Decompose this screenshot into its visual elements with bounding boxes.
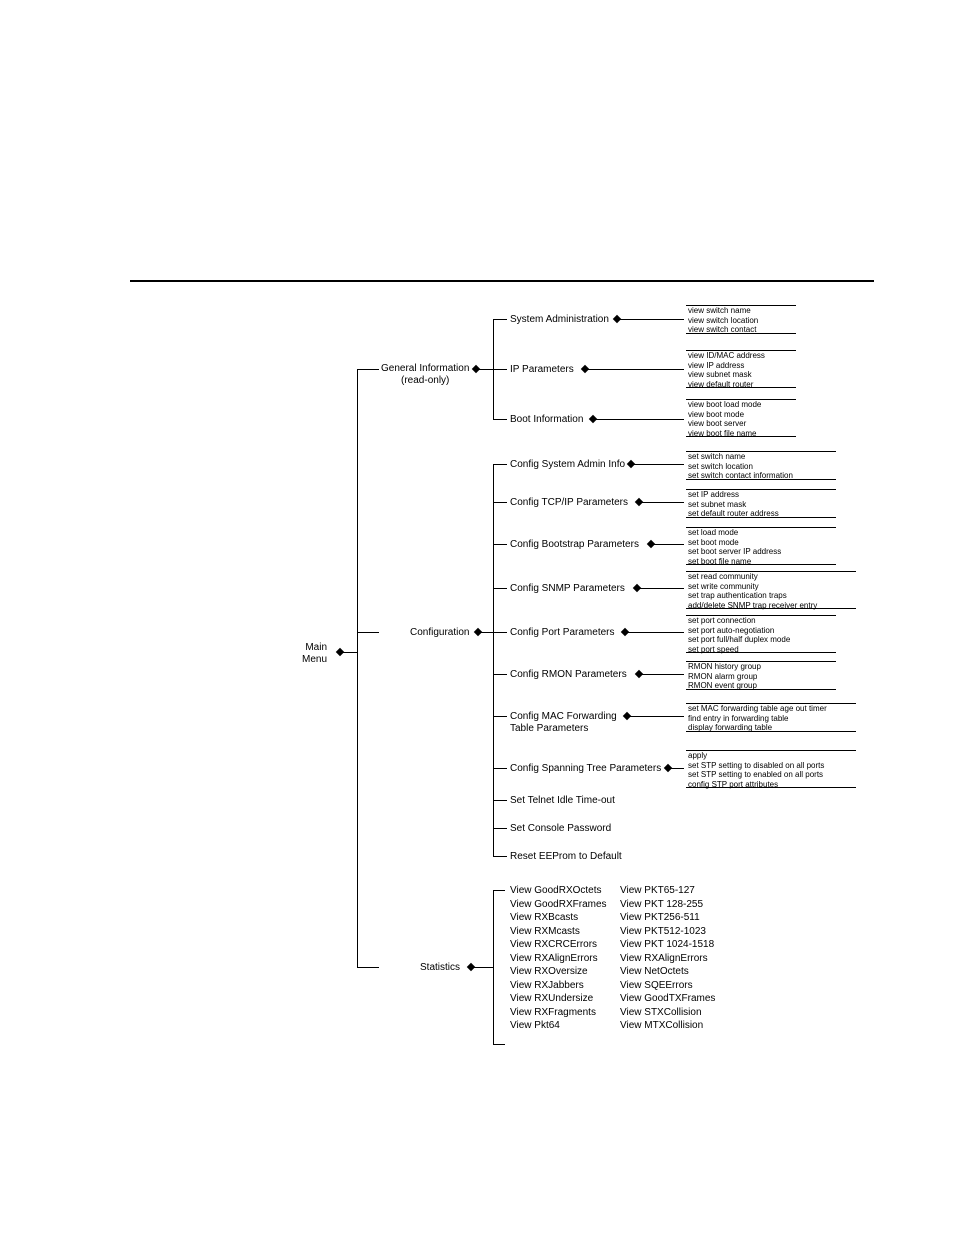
config-sysadmin: Config System Admin Info bbox=[510, 459, 625, 471]
leaf: apply set STP setting to disabled on all… bbox=[688, 751, 824, 789]
leaf: view boot load mode view boot mode view … bbox=[688, 400, 761, 438]
connector bbox=[493, 502, 507, 503]
bracket-l1 bbox=[357, 369, 358, 967]
connector bbox=[357, 632, 379, 633]
connector bbox=[481, 632, 493, 633]
stat-item: View GoodRXFrames bbox=[510, 898, 607, 912]
stat-item: View RXJabbers bbox=[510, 979, 607, 993]
leaf: set port connection set port auto-negoti… bbox=[688, 616, 790, 654]
connector bbox=[671, 768, 684, 769]
leaf: view switch name view switch location vi… bbox=[688, 306, 758, 335]
stat-item: View NetOctets bbox=[620, 965, 715, 979]
connector bbox=[634, 464, 684, 465]
connector bbox=[630, 716, 684, 717]
config-tcpip: Config TCP/IP Parameters bbox=[510, 497, 628, 509]
bracket-config bbox=[493, 464, 494, 856]
connector bbox=[474, 967, 493, 968]
stat-item: View RXBcasts bbox=[510, 911, 607, 925]
leaf: set load mode set boot mode set boot ser… bbox=[688, 528, 781, 566]
leaf: set read community set write community s… bbox=[688, 572, 817, 610]
stats-col1: View GoodRXOctetsView GoodRXFramesView R… bbox=[510, 884, 607, 1033]
stat-item: View GoodTXFrames bbox=[620, 992, 715, 1006]
stat-item: View PKT65-127 bbox=[620, 884, 715, 898]
connector bbox=[642, 674, 684, 675]
connector bbox=[628, 632, 684, 633]
stat-item: View GoodRXOctets bbox=[510, 884, 607, 898]
connector bbox=[493, 369, 507, 370]
stat-item: View RXAlignErrors bbox=[510, 952, 607, 966]
config-port: Config Port Parameters bbox=[510, 627, 615, 639]
config-stp: Config Spanning Tree Parameters bbox=[510, 763, 661, 775]
stat-item: View RXUndersize bbox=[510, 992, 607, 1006]
config-eeprom: Reset EEProm to Default bbox=[510, 851, 622, 863]
connector bbox=[493, 544, 507, 545]
stat-item: View PKT512-1023 bbox=[620, 925, 715, 939]
connector bbox=[493, 419, 507, 420]
connector bbox=[493, 800, 507, 801]
connector bbox=[493, 856, 507, 857]
general-sysadmin: System Administration bbox=[510, 314, 609, 326]
connector bbox=[343, 652, 357, 653]
config-telnet: Set Telnet Idle Time-out bbox=[510, 795, 615, 807]
connector bbox=[493, 1044, 505, 1045]
config-console: Set Console Password bbox=[510, 823, 611, 835]
bracket-stats bbox=[493, 890, 494, 1044]
stat-item: View RXOversize bbox=[510, 965, 607, 979]
stat-item: View Pkt64 bbox=[510, 1019, 607, 1033]
connector bbox=[493, 319, 507, 320]
config-bootstrap: Config Bootstrap Parameters bbox=[510, 539, 639, 551]
config-rmon: Config RMON Parameters bbox=[510, 669, 627, 681]
connector bbox=[493, 890, 505, 891]
connector bbox=[357, 369, 379, 370]
stat-item: View SQEErrors bbox=[620, 979, 715, 993]
connector bbox=[493, 828, 507, 829]
l1-stats: Statistics bbox=[420, 962, 460, 974]
stat-item: View RXAlignErrors bbox=[620, 952, 715, 966]
l1-general-line1: General Information bbox=[381, 363, 469, 374]
general-boot: Boot Information bbox=[510, 414, 583, 426]
connector bbox=[493, 464, 507, 465]
leaf: set switch name set switch location set … bbox=[688, 452, 793, 481]
connector bbox=[493, 674, 507, 675]
leaf: set IP address set subnet mask set defau… bbox=[688, 490, 779, 519]
leaf: set MAC forwarding table age out timer f… bbox=[688, 704, 827, 733]
connector bbox=[479, 369, 493, 370]
stat-item: View PKT256-511 bbox=[620, 911, 715, 925]
connector bbox=[357, 967, 379, 968]
l1-general-line2: (read-only) bbox=[401, 375, 449, 386]
stat-item: View PKT 128-255 bbox=[620, 898, 715, 912]
connector bbox=[493, 716, 507, 717]
root-line1: Main bbox=[305, 642, 327, 653]
connector bbox=[493, 768, 507, 769]
connector bbox=[620, 319, 684, 320]
header-rule bbox=[130, 280, 874, 282]
connector bbox=[654, 544, 684, 545]
connector bbox=[493, 632, 507, 633]
leaf: view ID/MAC address view IP address view… bbox=[688, 351, 765, 389]
stats-col2: View PKT65-127View PKT 128-255View PKT25… bbox=[620, 884, 715, 1033]
stat-item: View RXCRCErrors bbox=[510, 938, 607, 952]
general-ip: IP Parameters bbox=[510, 364, 574, 376]
l1-config: Configuration bbox=[410, 627, 469, 639]
root-main-menu: Main Menu bbox=[302, 642, 327, 666]
stat-item: View PKT 1024-1518 bbox=[620, 938, 715, 952]
connector bbox=[596, 419, 684, 420]
stat-item: View RXFragments bbox=[510, 1006, 607, 1020]
connector bbox=[642, 502, 684, 503]
stat-item: View MTXCollision bbox=[620, 1019, 715, 1033]
stat-item: View RXMcasts bbox=[510, 925, 607, 939]
config-snmp: Config SNMP Parameters bbox=[510, 583, 625, 595]
root-line2: Menu bbox=[302, 654, 327, 665]
connector bbox=[588, 369, 684, 370]
stat-item: View STXCollision bbox=[620, 1006, 715, 1020]
l1-general: General Information (read-only) bbox=[381, 363, 469, 387]
config-mac: Config MAC Forwarding Table Parameters bbox=[510, 711, 617, 735]
connector bbox=[493, 588, 507, 589]
connector bbox=[640, 588, 684, 589]
leaf: RMON history group RMON alarm group RMON… bbox=[688, 662, 761, 691]
